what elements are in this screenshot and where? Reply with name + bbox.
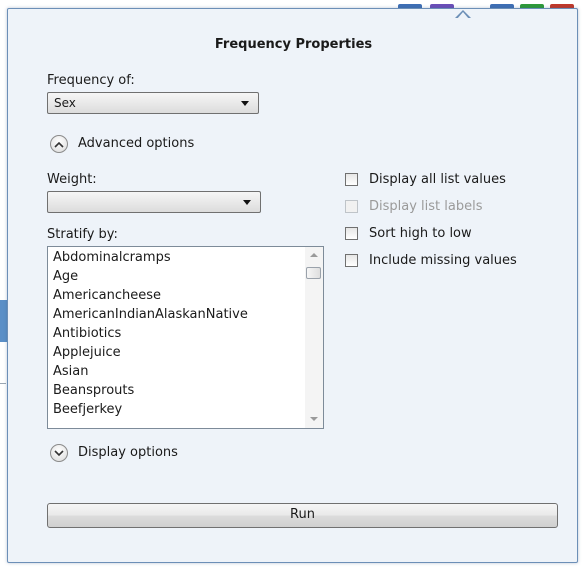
list-item[interactable]: Age xyxy=(53,267,305,286)
frequency-of-dropdown[interactable]: Sex xyxy=(47,92,259,114)
weight-dropdown[interactable] xyxy=(47,191,261,213)
display-list-labels-label: Display list labels xyxy=(369,199,483,214)
list-item[interactable]: Beansprouts xyxy=(53,381,305,400)
scroll-down-arrow-icon[interactable] xyxy=(310,417,318,421)
list-item[interactable]: Asian xyxy=(53,362,305,381)
scrollbar-thumb[interactable] xyxy=(306,267,321,279)
sort-high-to-low-label: Sort high to low xyxy=(369,226,472,241)
dropdown-arrow-icon xyxy=(243,200,251,205)
display-all-list-values-label: Display all list values xyxy=(369,172,506,187)
frequency-properties-popup: Frequency Properties Frequency of: Sex A… xyxy=(7,8,578,563)
stratify-by-listbox[interactable]: Abdominalcramps Age Americancheese American… xyxy=(47,246,324,429)
chevron-down-icon xyxy=(50,444,68,462)
stratify-by-items: Abdominalcramps Age Americancheese American… xyxy=(48,247,305,419)
checkbox-icon[interactable] xyxy=(345,173,358,186)
dropdown-arrow-icon xyxy=(241,101,249,106)
background-divider xyxy=(0,383,6,384)
list-item[interactable]: Abdominalcramps xyxy=(53,248,305,267)
list-item[interactable]: Antibiotics xyxy=(53,324,305,343)
chevron-up-icon xyxy=(50,135,68,153)
frequency-of-selected-value: Sex xyxy=(54,96,76,110)
weight-label: Weight: xyxy=(47,172,97,187)
listbox-scrollbar[interactable] xyxy=(305,247,323,428)
checkbox-icon xyxy=(345,200,358,213)
list-item[interactable]: Americancheese xyxy=(53,286,305,305)
checkbox-icon[interactable] xyxy=(345,254,358,267)
checkbox-icon[interactable] xyxy=(345,227,358,240)
scroll-up-arrow-icon[interactable] xyxy=(310,253,318,257)
display-options-label: Display options xyxy=(78,445,178,460)
list-item[interactable]: Beefjerkey xyxy=(53,400,305,419)
run-button[interactable]: Run xyxy=(47,503,558,528)
stratify-by-label: Stratify by: xyxy=(47,227,118,242)
list-item[interactable]: AmericanIndianAlaskanNative xyxy=(53,305,305,324)
dialog-title: Frequency Properties xyxy=(214,37,373,52)
advanced-options-label: Advanced options xyxy=(78,136,195,151)
include-missing-values-label: Include missing values xyxy=(369,253,517,268)
frequency-of-label: Frequency of: xyxy=(47,73,135,88)
list-item[interactable]: Applejuice xyxy=(53,343,305,362)
